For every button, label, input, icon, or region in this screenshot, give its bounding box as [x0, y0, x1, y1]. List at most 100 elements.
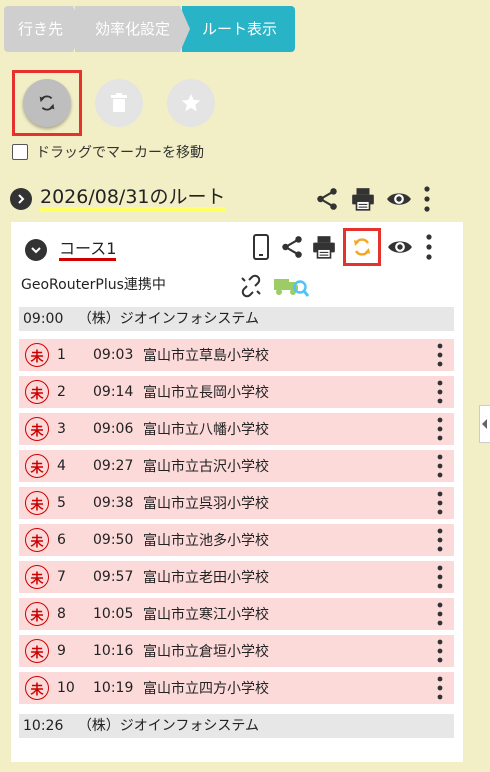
stop-row[interactable]: 未 10 10:19 富山市立四方小学校	[19, 672, 454, 704]
trash-icon	[111, 93, 127, 112]
stop-number: 3	[57, 421, 66, 437]
stop-name: 富山市立老田小学校	[143, 570, 269, 586]
stop-row[interactable]: 未 3 09:06 富山市立八幡小学校	[19, 413, 454, 445]
stop-menu-button[interactable]	[430, 675, 450, 701]
kebab-icon	[437, 417, 443, 441]
stop-row[interactable]: 未 6 09:50 富山市立池多小学校	[19, 524, 454, 556]
stop-row[interactable]: 未 4 09:27 富山市立古沢小学校	[19, 450, 454, 482]
stop-row[interactable]: 未 5 09:38 富山市立呉羽小学校	[19, 487, 454, 519]
print-button[interactable]	[350, 186, 376, 212]
stop-menu-button[interactable]	[430, 564, 450, 590]
delete-button[interactable]	[95, 79, 143, 127]
stop-time: 09:50	[93, 532, 134, 548]
end-time: 10:26	[23, 718, 64, 734]
course-actions	[249, 228, 439, 266]
breadcrumb-route-display[interactable]: ルート表示	[182, 6, 296, 52]
collapse-course-button[interactable]	[25, 239, 47, 261]
stop-menu-button[interactable]	[430, 342, 450, 368]
stop-number: 4	[57, 458, 66, 474]
stop-menu-button[interactable]	[430, 379, 450, 405]
kebab-icon	[437, 565, 443, 589]
stop-menu-button[interactable]	[430, 601, 450, 627]
sync-icon	[354, 238, 370, 256]
printer-icon	[313, 236, 335, 259]
stop-name: 富山市立池多小学校	[143, 533, 269, 549]
share-button[interactable]	[314, 186, 340, 212]
stop-name: 富山市立四方小学校	[143, 681, 269, 697]
stop-number: 8	[57, 606, 66, 622]
status-badge: 未	[25, 454, 49, 478]
eye-icon	[387, 193, 411, 205]
geo-actions	[239, 274, 309, 298]
chevron-right-icon	[18, 194, 25, 204]
status-badge: 未	[25, 639, 49, 663]
course-view-button[interactable]	[387, 234, 413, 260]
stop-row[interactable]: 未 9 10:16 富山市立倉垣小学校	[19, 635, 454, 667]
chevron-left-icon	[482, 419, 487, 429]
stop-menu-button[interactable]	[430, 527, 450, 553]
stop-row[interactable]: 未 2 09:14 富山市立長岡小学校	[19, 376, 454, 408]
stop-number: 9	[57, 643, 66, 659]
refresh-icon	[39, 95, 55, 111]
route-menu-button[interactable]	[422, 184, 432, 214]
stop-time: 10:19	[93, 680, 134, 696]
star-icon	[181, 93, 201, 112]
stop-menu-button[interactable]	[430, 490, 450, 516]
stop-menu-button[interactable]	[430, 638, 450, 664]
breadcrumb-destinations[interactable]: 行き先	[4, 6, 84, 52]
course-panel: コース1 GeoRouterPlus連携中 09:00 （株）ジオインフォシステ…	[11, 222, 463, 762]
stop-name: 富山市立八幡小学校	[143, 422, 269, 438]
stop-number: 5	[57, 495, 66, 511]
view-button[interactable]	[386, 186, 412, 212]
stop-name: 富山市立呉羽小学校	[143, 496, 269, 512]
stop-menu-button[interactable]	[430, 416, 450, 442]
side-panel-toggle[interactable]	[479, 405, 490, 443]
stop-time: 09:27	[93, 458, 134, 474]
stop-row[interactable]: 未 8 10:05 富山市立寒江小学校	[19, 598, 454, 630]
route-title: 2026/08/31のルート	[40, 187, 226, 212]
status-badge: 未	[25, 491, 49, 515]
kebab-icon	[437, 528, 443, 552]
course-sync-button[interactable]	[343, 228, 381, 266]
link-button[interactable]	[239, 274, 263, 298]
mobile-button[interactable]	[249, 234, 273, 260]
drag-marker-label: ドラッグでマーカーを移動	[36, 145, 204, 161]
course-print-button[interactable]	[311, 234, 337, 260]
start-time: 09:00	[23, 311, 64, 327]
status-badge: 未	[25, 528, 49, 552]
smartphone-icon	[253, 234, 269, 260]
stop-menu-button[interactable]	[430, 453, 450, 479]
eye-icon	[388, 241, 412, 253]
printer-icon	[352, 188, 374, 211]
favorite-button[interactable]	[167, 79, 215, 127]
drag-marker-checkbox[interactable]	[12, 144, 28, 160]
refresh-button-highlight	[12, 70, 82, 136]
stop-name: 富山市立長岡小学校	[143, 385, 269, 401]
refresh-button[interactable]	[23, 79, 71, 127]
stop-row[interactable]: 未 1 09:03 富山市立草島小学校	[19, 339, 454, 371]
stop-time: 09:38	[93, 495, 134, 511]
course-menu-button[interactable]	[419, 232, 439, 262]
start-name: （株）ジオインフォシステム	[77, 311, 259, 327]
route-toolbar	[12, 70, 226, 136]
geo-status: GeoRouterPlus連携中	[21, 277, 166, 293]
end-row: 10:26 （株）ジオインフォシステム	[19, 714, 454, 738]
stop-time: 10:16	[93, 643, 134, 659]
truck-search-button[interactable]	[273, 274, 309, 298]
stop-number: 10	[57, 680, 75, 696]
stop-number: 2	[57, 384, 66, 400]
kebab-icon	[437, 343, 443, 367]
drag-marker-option[interactable]: ドラッグでマーカーを移動	[12, 142, 204, 162]
kebab-icon	[437, 380, 443, 404]
stop-number: 1	[57, 347, 66, 363]
status-badge: 未	[25, 380, 49, 404]
stop-name: 富山市立草島小学校	[143, 348, 269, 364]
stop-time: 09:57	[93, 569, 134, 585]
breadcrumb-efficiency-settings[interactable]: 効率化設定	[75, 6, 191, 52]
end-name: （株）ジオインフォシステム	[77, 718, 259, 734]
truck-search-icon	[274, 279, 309, 297]
expand-route-button[interactable]	[10, 188, 32, 210]
kebab-icon	[424, 186, 430, 212]
course-share-button[interactable]	[279, 234, 305, 260]
stop-row[interactable]: 未 7 09:57 富山市立老田小学校	[19, 561, 454, 593]
